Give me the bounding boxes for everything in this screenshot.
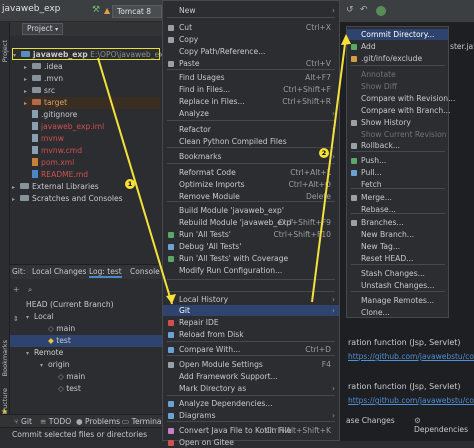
annotation-badge-1: 1 <box>125 179 135 189</box>
annotation-badge-2: 2 <box>319 148 329 158</box>
annotation-arrows <box>97 34 351 305</box>
